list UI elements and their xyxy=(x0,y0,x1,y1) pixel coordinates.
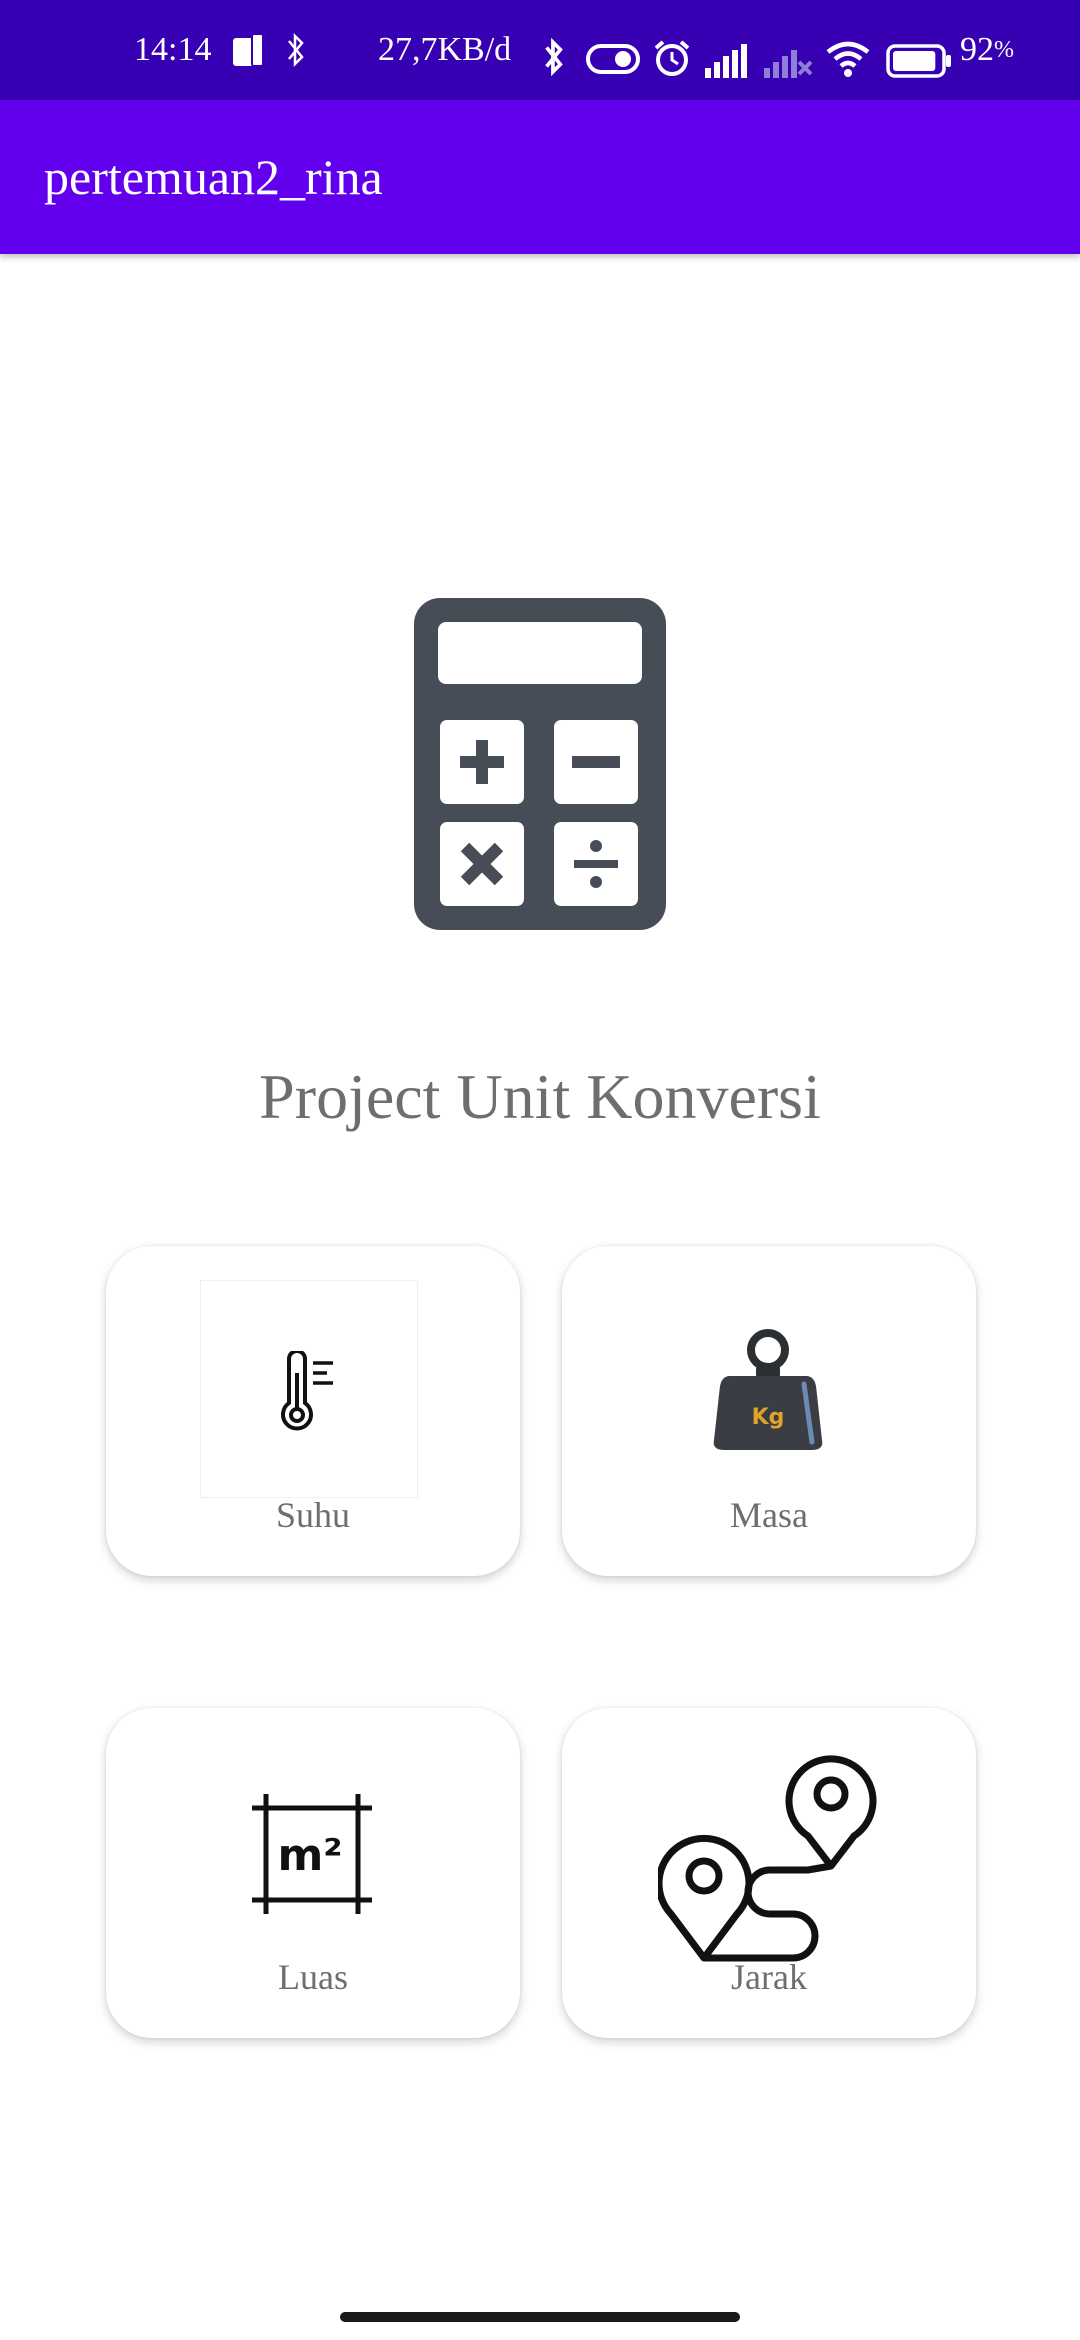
battery-percent: 92 xyxy=(960,31,994,68)
app-title: pertemuan2_rina xyxy=(44,149,383,205)
status-time: 14:14 xyxy=(134,31,212,68)
area-icon: m² xyxy=(252,1794,372,1914)
bluetooth-icon xyxy=(288,32,304,68)
card-label-jarak: Jarak xyxy=(731,1957,807,1997)
gesture-navigation-bar[interactable] xyxy=(340,2312,740,2322)
weight-icon: Kg xyxy=(713,1329,823,1450)
signal-icon xyxy=(764,50,813,78)
card-masa[interactable]: Kg Masa xyxy=(562,1246,976,1576)
phone-icon xyxy=(233,33,264,67)
toggle-icon xyxy=(586,44,640,74)
card-jarak[interactable]: Jarak xyxy=(562,1708,976,2038)
status-bar: 14:14 27,7KB/d 92 % xyxy=(0,0,1080,100)
battery-unit: % xyxy=(994,36,1014,63)
thermometer-frame xyxy=(200,1280,418,1498)
network-speed: 27,7KB/d xyxy=(378,31,512,68)
card-label-luas: Luas xyxy=(278,1957,348,1997)
battery-icon xyxy=(886,44,951,78)
card-label-masa: Masa xyxy=(730,1495,808,1535)
thermometer-icon xyxy=(281,1351,333,1431)
signal-icon xyxy=(705,44,747,78)
bluetooth-icon xyxy=(545,38,563,76)
weight-icon-text: Kg xyxy=(752,1405,785,1430)
route-icon xyxy=(658,1755,877,1962)
alarm-icon xyxy=(654,40,690,76)
app-bar: pertemuan2_rina xyxy=(0,100,1080,254)
card-suhu[interactable]: Suhu xyxy=(106,1246,520,1576)
wifi-icon xyxy=(826,41,870,77)
project-title: Project Unit Konversi xyxy=(259,1061,821,1132)
calculator-icon xyxy=(414,598,666,930)
area-icon-text: m² xyxy=(277,1830,342,1881)
battery-text: 92% xyxy=(960,0,1014,100)
card-label-suhu: Suhu xyxy=(275,1495,351,1535)
card-luas[interactable]: m² Luas xyxy=(106,1708,520,2038)
